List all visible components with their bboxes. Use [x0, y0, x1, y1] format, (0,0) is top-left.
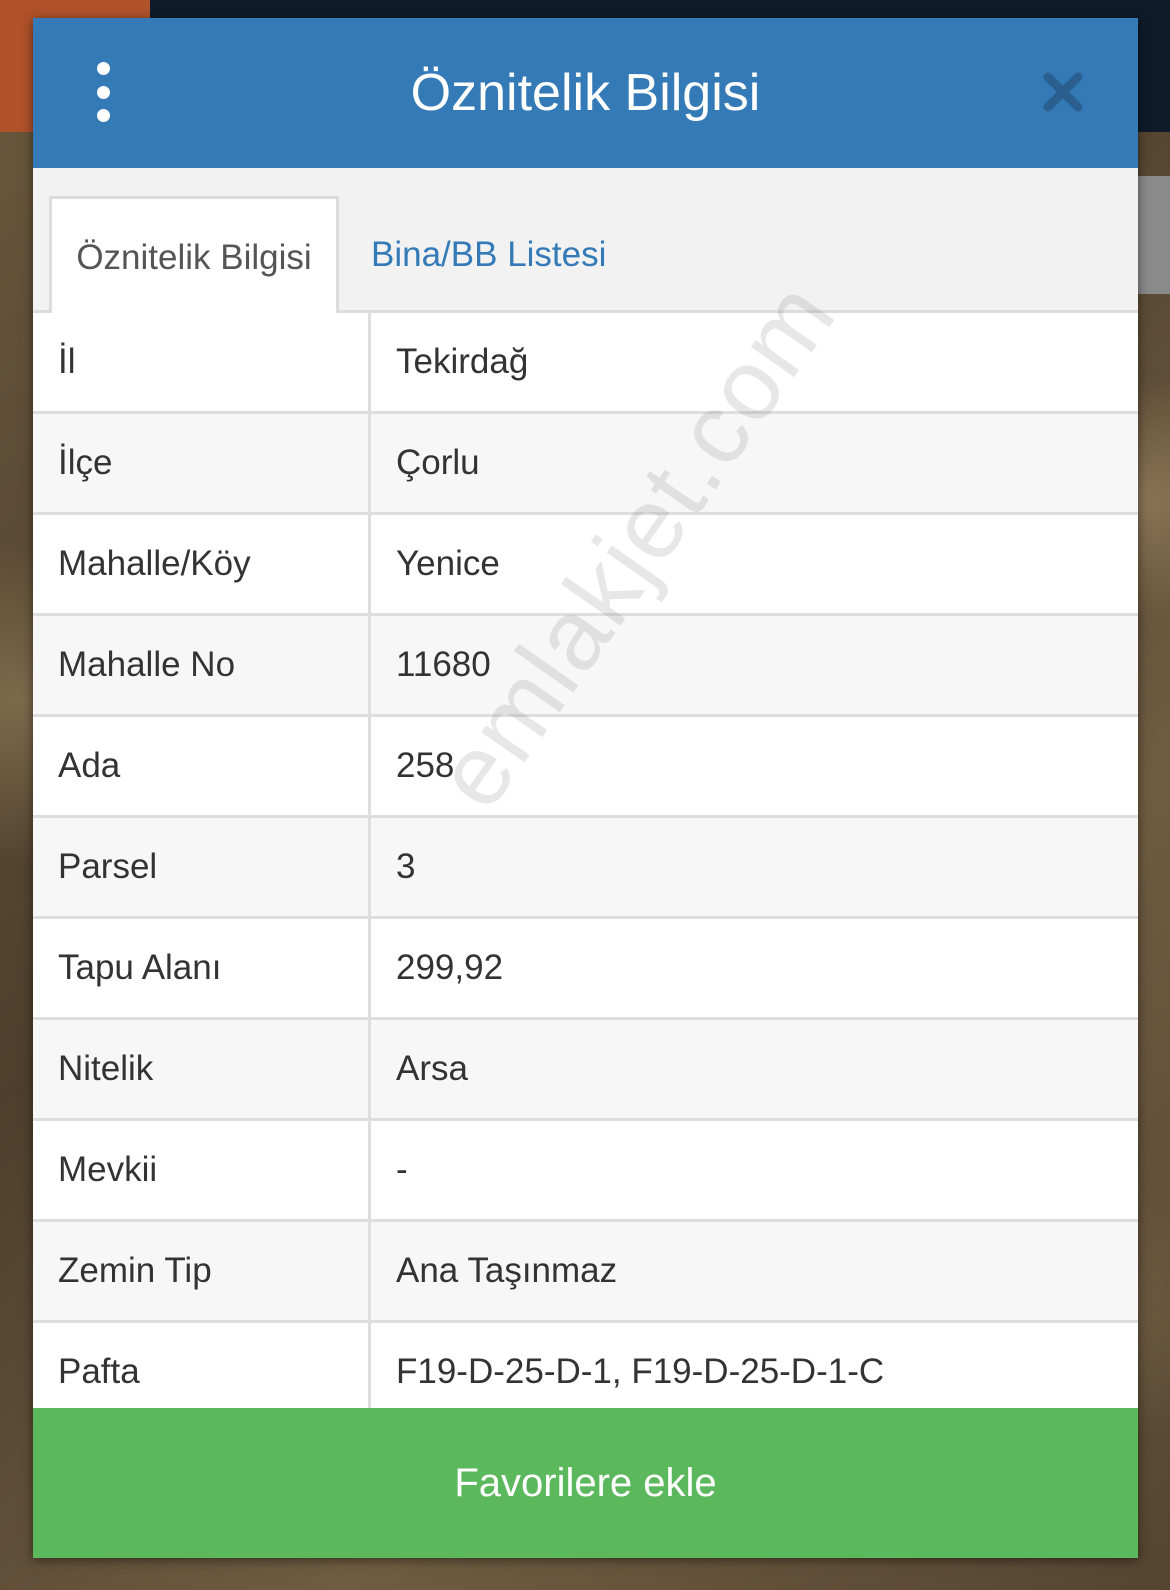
row-value: Arsa: [396, 1049, 468, 1088]
table-row-ilce: İlçe Çorlu: [33, 414, 1138, 515]
dialog-title: Öznitelik Bilgisi: [410, 64, 761, 122]
row-label: Nitelik: [33, 1020, 371, 1118]
row-value: 258: [396, 746, 455, 785]
table-row-nitelik: Nitelik Arsa: [33, 1020, 1138, 1121]
tab-bar: Öznitelik Bilgisi Bina/BB Listesi: [33, 168, 1138, 313]
table-row-parsel: Parsel 3: [33, 818, 1138, 919]
row-label: Mahalle/Köy: [33, 515, 371, 613]
row-value: Çorlu: [396, 443, 480, 482]
dialog-header: Öznitelik Bilgisi: [33, 18, 1138, 168]
row-label: İlçe: [33, 414, 371, 512]
row-value: Yenice: [396, 544, 500, 583]
row-value: 299,92: [396, 948, 504, 987]
table-row-tapu-alani: Tapu Alanı 299,92: [33, 919, 1138, 1020]
row-label: Mahalle No: [33, 616, 371, 714]
row-value: Ana Taşınmaz: [396, 1251, 618, 1290]
row-label: Parsel: [33, 818, 371, 916]
row-label: İl: [33, 313, 371, 411]
attribute-table: İl Tekirdağ İlçe Çorlu Mahalle/Köy Yenic…: [33, 313, 1138, 1424]
row-value: F19-D-25-D-1, F19-D-25-D-1-C: [396, 1352, 885, 1391]
add-to-favorites-button[interactable]: Favorilere ekle: [33, 1408, 1138, 1558]
table-row-il: İl Tekirdağ: [33, 313, 1138, 414]
row-label: Ada: [33, 717, 371, 815]
table-row-ada: Ada 258: [33, 717, 1138, 818]
table-row-mahalle: Mahalle/Köy Yenice: [33, 515, 1138, 616]
row-label: Tapu Alanı: [33, 919, 371, 1017]
table-row-mahalle-no: Mahalle No 11680: [33, 616, 1138, 717]
table-row-zemin-tip: Zemin Tip Ana Taşınmaz: [33, 1222, 1138, 1323]
table-row-mevkii: Mevkii -: [33, 1121, 1138, 1222]
row-value: -: [396, 1150, 408, 1189]
row-value: 11680: [396, 645, 491, 684]
row-label: Zemin Tip: [33, 1222, 371, 1320]
more-vertical-icon[interactable]: [83, 62, 123, 122]
tab-building-list[interactable]: Bina/BB Listesi: [371, 196, 671, 313]
attribute-info-dialog: Öznitelik Bilgisi Öznitelik Bilgisi Bina…: [33, 18, 1138, 1558]
close-icon[interactable]: [1043, 72, 1083, 112]
row-label: Mevkii: [33, 1121, 371, 1219]
row-value: Tekirdağ: [396, 342, 529, 381]
tab-attribute-info[interactable]: Öznitelik Bilgisi: [49, 196, 339, 313]
row-value: 3: [396, 847, 416, 886]
row-label: Pafta: [33, 1323, 371, 1421]
